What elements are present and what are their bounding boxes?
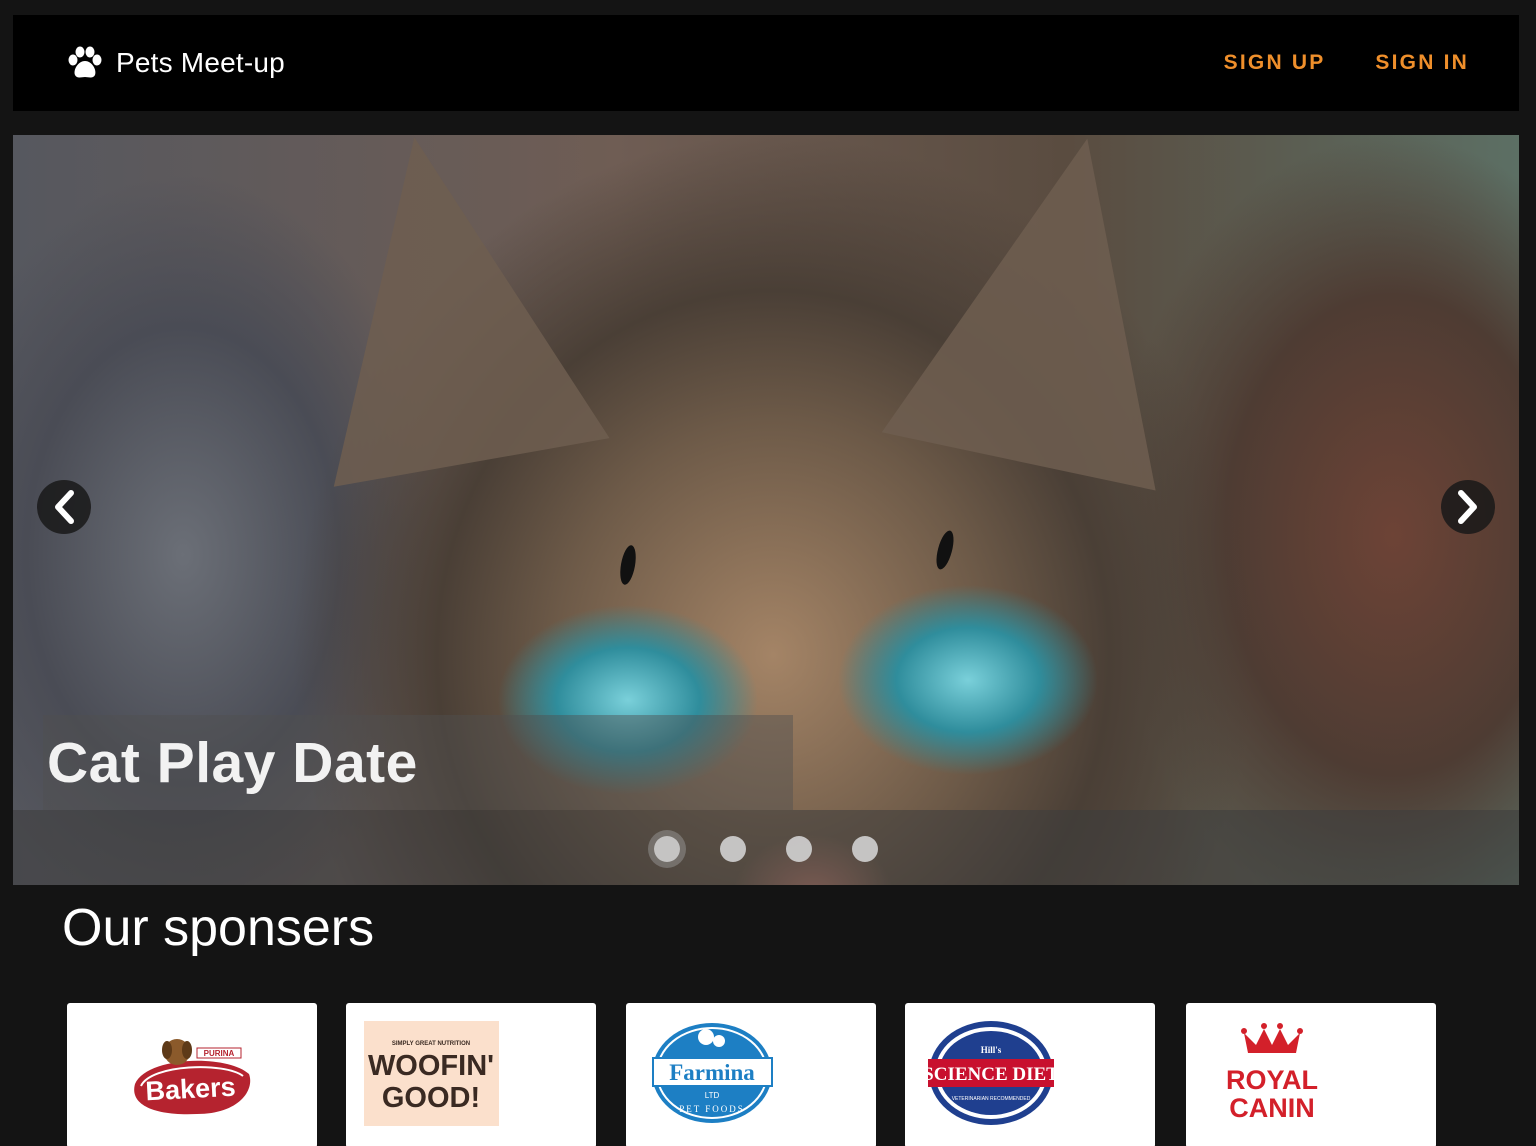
chevron-left-icon [55, 490, 74, 524]
top-app-bar: Pets Meet-up SIGN UP SIGN IN [13, 15, 1519, 111]
cat-pupil-left [617, 544, 639, 586]
sponsor-card-science-diet[interactable]: Hill's SCIENCE DIET VETERINARIAN RECOMME… [905, 1003, 1155, 1146]
brand-title: Pets Meet-up [116, 47, 285, 78]
cat-pupil-right [933, 528, 957, 572]
auth-links: SIGN UP SIGN IN [1224, 51, 1469, 75]
farmina-logo-text: Farmina [669, 1060, 755, 1085]
sign-in-button[interactable]: SIGN IN [1375, 51, 1469, 75]
slide-caption: Cat Play Date [47, 730, 418, 795]
farmina-ltd: LTD [705, 1091, 720, 1100]
carousel-prev-button[interactable] [37, 480, 91, 534]
paw-icon [68, 46, 102, 78]
chevron-right-icon [1458, 490, 1477, 524]
woofin-good-tag: SIMPLY GREAT NUTRITION [392, 1041, 470, 1047]
cat-ear-right [881, 135, 1225, 491]
royal-canin-line1: ROYAL [1226, 1065, 1318, 1095]
sponsors-heading: Our sponsers [62, 899, 375, 957]
science-diet-text: SCIENCE DIET [923, 1064, 1059, 1085]
woofin-good-logo: SIMPLY GREAT NUTRITION WOOFIN' GOOD! [364, 1021, 499, 1126]
carousel-dot-2[interactable] [720, 836, 746, 862]
farmina-sub: PET FOODS [679, 1104, 745, 1114]
carousel-dot-4[interactable] [852, 836, 878, 862]
science-diet-sub: VETERINARIAN RECOMMENDED [952, 1096, 1031, 1102]
bakers-logo-text: Bakers [145, 1071, 237, 1106]
woofin-good-line2: GOOD! [382, 1082, 480, 1114]
sponsor-card-royal-canin[interactable]: ROYAL CANIN [1186, 1003, 1436, 1146]
sponsor-card-bakers[interactable]: PURINA Bakers [67, 1003, 317, 1146]
slide-caption-box: Cat Play Date [43, 715, 793, 810]
hero-carousel: Cat Play Date [13, 135, 1519, 885]
woofin-good-line1: WOOFIN' [368, 1050, 494, 1082]
science-diet-logo: Hill's SCIENCE DIET VETERINARIAN RECOMME… [923, 1021, 1059, 1125]
carousel-indicators [13, 810, 1519, 885]
science-diet-top: Hill's [981, 1045, 1002, 1055]
sponsor-card-farmina[interactable]: Farmina LTD PET FOODS [626, 1003, 876, 1146]
royal-canin-line2: CANIN [1229, 1093, 1315, 1123]
carousel-dot-3[interactable] [786, 836, 812, 862]
crown-icon [1244, 1029, 1300, 1053]
brand[interactable]: Pets Meet-up [66, 46, 285, 80]
bakers-logo: PURINA Bakers [134, 1038, 251, 1114]
farmina-logo: Farmina LTD PET FOODS [652, 1023, 773, 1123]
royal-canin-logo: ROYAL CANIN [1226, 1023, 1318, 1123]
carousel-dot-1[interactable] [654, 836, 680, 862]
carousel-next-button[interactable] [1441, 480, 1495, 534]
sponsor-card-woofin-good[interactable]: SIMPLY GREAT NUTRITION WOOFIN' GOOD! [346, 1003, 596, 1146]
sign-up-button[interactable]: SIGN UP [1224, 51, 1326, 75]
bakers-logo-tag: PURINA [204, 1049, 235, 1058]
cat-ear-left [276, 135, 610, 487]
